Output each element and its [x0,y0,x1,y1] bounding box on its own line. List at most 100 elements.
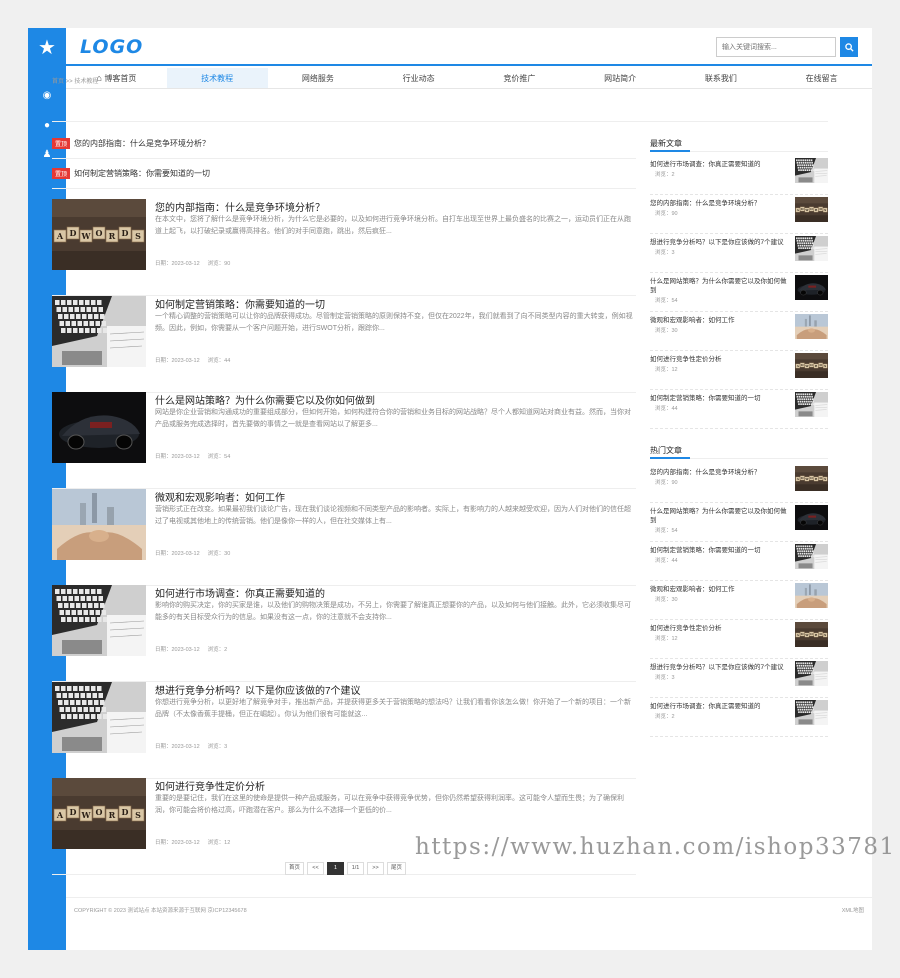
article-thumbnail[interactable] [52,392,146,463]
sidebar-article-title[interactable]: 您的内部指南：什么是竞争环境分析？ [650,199,792,208]
xml-sitemap-link[interactable]: XML地图 [842,906,864,914]
sidebar-thumbnail[interactable]: ADWORDS [795,197,828,222]
pager-button[interactable]: << [307,862,325,875]
sidebar-article-views: 浏览：54 [655,298,678,304]
search-button[interactable] [840,37,858,57]
sidebar-article[interactable]: 如何进行市场调查：你真正需要知道的 浏览：2 [650,158,828,195]
svg-text:R: R [109,231,116,241]
sidebar-article-title[interactable]: 微观和宏观影响者：如何工作 [650,316,792,325]
nav-item-3[interactable]: 网络服务 [268,68,369,88]
article-summary: 营销形式正在改变。如果最初我们谈论广告，现在我们谈论视频和不同类型产品的影响者。… [155,505,631,525]
pager-button[interactable]: 首页 [285,862,305,875]
article-summary: 影响你的购买决定，你的买家是谁，以及他们的购物决策是成功，不另上，你需要了解谁真… [155,602,631,621]
sidebar-article-views: 浏览：54 [655,528,678,534]
sidebar-article-title[interactable]: 如何进行市场调查：你真正需要知道的 [650,702,792,711]
article-date: 日期：2023-03-12 [155,357,200,364]
article-thumbnail[interactable] [52,295,146,367]
article-item: 什么是网站策略？为什么你需要它以及你如何做到 网站是你企业营销和沟通成功的重要组… [52,392,636,489]
sidebar-article-title[interactable]: 如何进行市场调查：你真正需要知道的 [650,160,792,169]
sidebar-thumbnail[interactable] [795,700,828,725]
nav-item-6[interactable]: 网站简介 [570,68,671,88]
sidebar-article-title[interactable]: 微观和宏观影响者：如何工作 [650,585,792,594]
sidebar-article-views: 浏览：90 [655,480,678,486]
sidebar-thumbnail[interactable]: ADWORDS [795,466,828,491]
nav-item-2[interactable]: 技术教程 [166,68,268,88]
sticky-badge: 置顶 [52,167,71,179]
pager-button[interactable]: 尾页 [387,862,407,875]
sidebar-article[interactable]: 如何进行竞争性定价分析 浏览：12 ADWORDS [650,353,828,390]
sidebar-article-title[interactable]: 想进行竞争分析吗？以下是你应该做的7个建议 [650,238,792,247]
sidebar-article[interactable]: 想进行竞争分析吗？以下是你应该做的7个建议 浏览：3 [650,236,828,273]
notice-item[interactable]: 置顶 您的内部指南：什么是竞争环境分析？ [52,136,210,150]
footer: COPYRIGHT © 2023 测试站点 本站资源来源于互联网 京ICP123… [66,897,872,922]
sidebar-article-title[interactable]: 什么是网站策略？为什么你需要它以及你如何做到 [650,507,792,525]
sidebar-article[interactable]: 您的内部指南：什么是竞争环境分析？ 浏览：90 ADWORDS [650,466,828,503]
article-thumbnail[interactable] [52,681,146,753]
notice-title: 如何制定营销策略：你需要知道的一切 [74,168,211,178]
article-title[interactable]: 什么是网站策略？为什么你需要它以及你如何做到 [155,392,375,407]
svg-text:O: O [96,807,103,817]
article-meta: 日期：2023-03-12 浏览：30 [155,549,238,557]
article-date: 日期：2023-03-12 [155,647,200,653]
sidebar-article[interactable]: 微观和宏观影响者：如何工作 浏览：30 [650,314,828,351]
article-title[interactable]: 想进行竞争分析吗？以下是你应该做的7个建议 [155,682,361,697]
nav-item-4[interactable]: 行业动态 [368,68,469,88]
article-title[interactable]: 如何进行市场调查：你真正需要知道的 [155,585,325,600]
pager-button[interactable]: >> [367,862,385,875]
article-item: 如何进行市场调查：你真正需要知道的 影响你的购买决定，你的买家是谁，以及他们的购… [52,585,636,682]
article-title[interactable]: 如何制定营销策略：你需要知道的一切 [155,296,325,311]
article-summary: 网站是你企业营销和沟通成功的重要组成部分，但如何开始，如何构建符合你的营销和业务… [155,409,631,428]
sidebar-article-title[interactable]: 如何制定营销策略：你需要知道的一切 [650,546,792,555]
sidebar-article-title[interactable]: 什么是网站策略？为什么你需要它以及你如何做到 [650,277,792,295]
sidebar-article-views: 浏览：90 [655,211,678,217]
article-title[interactable]: 您的内部指南：什么是竞争环境分析？ [155,199,325,214]
sidebar-article-views: 浏览：2 [655,714,675,720]
sidebar-thumbnail[interactable] [795,661,828,686]
logo[interactable]: LOGO [80,36,143,58]
nav-item-8[interactable]: 在线留言 [771,68,872,88]
sidebar-thumbnail[interactable] [795,505,828,530]
star-icon[interactable]: ★ [28,28,66,66]
sidebar-article[interactable]: 什么是网站策略？为什么你需要它以及你如何做到 浏览：54 [650,275,828,312]
sidebar-article[interactable]: 您的内部指南：什么是竞争环境分析？ 浏览：90 ADWORDS [650,197,828,234]
pager-button[interactable]: 1 [327,862,345,875]
sidebar-thumbnail[interactable] [795,275,828,300]
pager-button[interactable]: 1/1 [347,862,365,875]
sidebar-thumbnail[interactable] [795,158,828,183]
article-item: 想进行竞争分析吗？以下是你应该做的7个建议 你想进行竞争分析，以更好地了解竞争对… [52,681,636,779]
svg-text:A: A [56,231,64,241]
article-thumbnail[interactable] [52,585,146,656]
sidebar-article[interactable]: 如何进行市场调查：你真正需要知道的 浏览：2 [650,700,828,737]
weibo-icon[interactable]: ◉ [28,88,66,104]
sidebar-article-views: 浏览：2 [655,172,675,178]
sidebar-article[interactable]: 微观和宏观影响者：如何工作 浏览：30 [650,583,828,620]
notice-item[interactable]: 置顶 如何制定营销策略：你需要知道的一切 [52,166,210,180]
sidebar-article-title[interactable]: 想进行竞争分析吗？以下是你应该做的7个建议 [650,663,792,672]
nav-item-5[interactable]: 竞价推广 [469,68,570,88]
sidebar-thumbnail[interactable]: ADWORDS [795,353,828,378]
article-title[interactable]: 如何进行竞争性定价分析 [155,778,265,793]
sidebar-thumbnail[interactable] [795,392,828,417]
search-input[interactable] [716,37,836,57]
sidebar-article[interactable]: 如何进行竞争性定价分析 浏览：12 ADWORDS [650,622,828,659]
svg-text:O: O [96,228,103,238]
sidebar-article[interactable]: 如何制定营销策略：你需要知道的一切 浏览：44 [650,392,828,429]
sidebar-thumbnail[interactable] [795,544,828,569]
article-thumbnail[interactable]: ADWORDS [52,199,146,270]
sidebar-thumbnail[interactable]: ADWORDS [795,622,828,647]
sidebar-article[interactable]: 如何制定营销策略：你需要知道的一切 浏览：44 [650,544,828,581]
sidebar-thumbnail[interactable] [795,314,828,339]
nav-item-7[interactable]: 联系我们 [671,68,772,88]
sidebar-article[interactable]: 想进行竞争分析吗？以下是你应该做的7个建议 浏览：3 [650,661,828,698]
sidebar-article-title[interactable]: 您的内部指南：什么是竞争环境分析？ [650,468,792,477]
article-date: 日期：2023-03-12 [155,454,200,460]
sidebar-article[interactable]: 什么是网站策略？为什么你需要它以及你如何做到 浏览：54 [650,505,828,542]
article-thumbnail[interactable] [52,488,146,560]
article-thumbnail[interactable]: ADWORDS [52,778,146,849]
sidebar-thumbnail[interactable] [795,236,828,261]
article-title[interactable]: 微观和宏观影响者：如何工作 [155,489,285,504]
sidebar-article-title[interactable]: 如何进行竞争性定价分析 [650,355,792,364]
sidebar-article-title[interactable]: 如何进行竞争性定价分析 [650,624,792,633]
sidebar-thumbnail[interactable] [795,583,828,608]
sidebar-article-title[interactable]: 如何制定营销策略：你需要知道的一切 [650,394,792,403]
